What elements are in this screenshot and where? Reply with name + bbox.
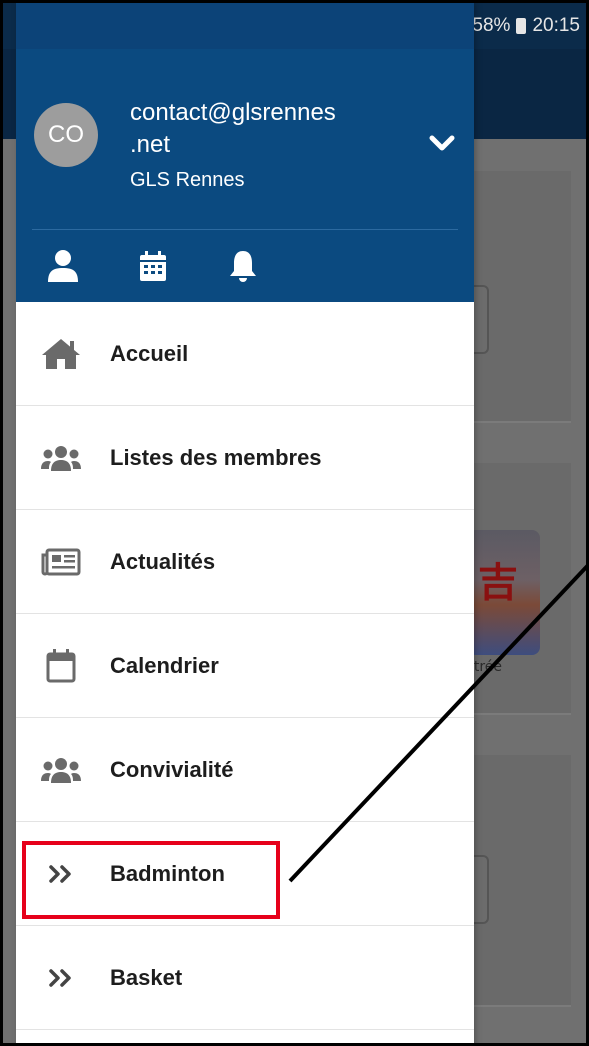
menu-item-label: Actualités	[110, 548, 216, 574]
avatar[interactable]: CO	[34, 103, 98, 167]
menu-item-basket[interactable]: Basket	[16, 926, 474, 1030]
menu-item-convivialite[interactable]: Convivialité	[16, 718, 474, 822]
users-icon	[40, 437, 82, 479]
calendar-outline-icon	[40, 645, 82, 687]
account-email: contact@glsrennes .net	[130, 97, 410, 161]
double-chevron-right-icon	[40, 957, 82, 999]
drawer-header: CO contact@glsrennes .net GLS Rennes	[16, 3, 474, 302]
menu-item-listes-des-membres[interactable]: Listes des membres	[16, 406, 474, 510]
quick-actions	[44, 247, 262, 285]
menu-item-label: Calendrier	[110, 652, 219, 678]
account-email-text: contact@glsrennes .net	[130, 99, 336, 158]
menu-item-accueil[interactable]: Accueil	[16, 302, 474, 406]
menu-item-label: Convivialité	[110, 756, 234, 782]
battery-icon	[516, 18, 527, 34]
home-icon	[40, 333, 82, 375]
calendar-icon	[140, 251, 166, 281]
menu-item-label: Accueil	[110, 340, 189, 366]
header-divider	[32, 229, 458, 230]
clock: 20:15	[532, 15, 580, 36]
thumbnail-art: 吉	[478, 560, 518, 606]
background-thumbnail: 吉	[468, 530, 540, 655]
bell-icon	[230, 251, 256, 282]
chevron-down-icon	[429, 135, 455, 151]
highlight-box	[22, 841, 280, 919]
screen-frame: 吉 ntrée 58% 20:15 CO contact@glsrennes .…	[0, 0, 589, 1046]
menu-item-label: Basket	[110, 964, 183, 990]
drawer-status-area	[16, 3, 474, 49]
users-icon	[40, 749, 82, 791]
profile-icon	[48, 250, 78, 282]
battery-percent: 58%	[472, 15, 511, 36]
account-organization: GLS Rennes	[130, 169, 245, 191]
menu-item-label: Listes des membres	[110, 444, 322, 470]
calendar-button[interactable]	[134, 247, 172, 285]
notifications-button[interactable]	[224, 247, 262, 285]
menu-item-actualites[interactable]: Actualités	[16, 510, 474, 614]
profile-button[interactable]	[44, 247, 82, 285]
account-switcher-button[interactable]	[424, 129, 460, 159]
newspaper-icon	[40, 541, 82, 583]
menu-item-calendrier[interactable]: Calendrier	[16, 614, 474, 718]
drawer-menu: Accueil Listes des membres Actualités Ca…	[16, 302, 474, 1030]
